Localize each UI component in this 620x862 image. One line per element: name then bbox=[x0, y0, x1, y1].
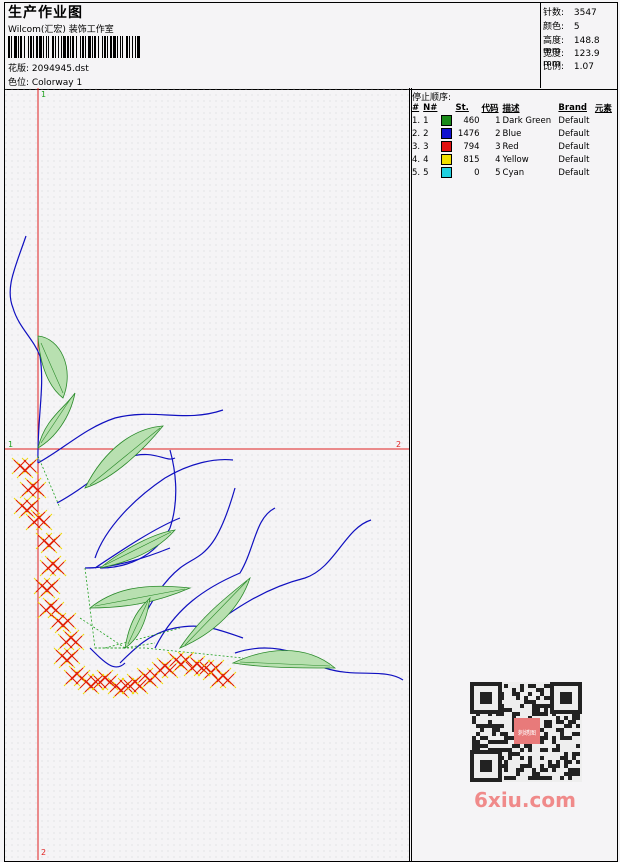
table-header: # N# St. 代码 描述 Brand 元素 bbox=[412, 103, 612, 114]
cell-n: 3 bbox=[423, 141, 429, 152]
watermark-logo: 6xiu.com bbox=[474, 788, 576, 812]
barcode bbox=[8, 36, 140, 58]
table-row: 5. 5 0 5 Cyan Default bbox=[411, 166, 615, 179]
color-swatch bbox=[441, 128, 453, 139]
stat-scale: 比例: 1.07 bbox=[543, 62, 594, 72]
company-name: Wilcom(汇宏) 装饰工作室 bbox=[8, 25, 114, 35]
table-row: 4. 4 815 4 Yellow Default bbox=[411, 153, 615, 166]
cell-desc: Dark Green bbox=[502, 115, 552, 126]
cell-st: 794 bbox=[463, 141, 480, 152]
page-title: 生产作业图 bbox=[8, 5, 83, 21]
color-swatch bbox=[441, 141, 453, 152]
cell-desc: Cyan bbox=[502, 167, 525, 178]
cell-swatch bbox=[440, 114, 454, 127]
cell-elem bbox=[594, 166, 615, 179]
stop-sequence-table: # N# St. 代码 描述 Brand 元素 1. 1 460 1 Dark Gree… bbox=[411, 102, 615, 179]
stat-colors: 颜色: 5 bbox=[543, 22, 580, 32]
cell-elem bbox=[594, 127, 615, 140]
cell-brand: Default bbox=[558, 167, 590, 178]
cell-brand: Default bbox=[558, 115, 590, 126]
axis-label-h-right: 2 bbox=[396, 440, 402, 449]
cell-idx: 4. bbox=[412, 154, 421, 165]
svg-text:刺绣图: 刺绣图 bbox=[518, 729, 536, 737]
design-file-label: 花版: 2094945.dst bbox=[8, 64, 89, 74]
cell-st: 1476 bbox=[457, 128, 480, 139]
cell-swatch bbox=[440, 153, 454, 166]
table-row: 1. 1 460 1 Dark Green Default bbox=[411, 114, 615, 127]
table-row: 3. 3 794 3 Red Default bbox=[411, 140, 615, 153]
embroidery-preview bbox=[5, 88, 409, 860]
cell-idx: 2. bbox=[412, 128, 421, 139]
color-swatch bbox=[441, 167, 453, 178]
cell-brand: Default bbox=[558, 154, 590, 165]
cell-brand: Default bbox=[558, 141, 590, 152]
cell-n: 4 bbox=[423, 154, 429, 165]
table-row: 2. 2 1476 2 Blue Default bbox=[411, 127, 615, 140]
cell-code: 5 bbox=[495, 167, 501, 178]
axis-label-v-bottom: 2 bbox=[41, 848, 47, 857]
cell-swatch bbox=[440, 127, 454, 140]
cell-st: 460 bbox=[463, 115, 480, 126]
cell-code: 1 bbox=[495, 115, 501, 126]
axis-label-v-top: 1 bbox=[41, 90, 47, 99]
cell-elem bbox=[594, 140, 615, 153]
color-swatch bbox=[441, 115, 453, 126]
cell-desc: Yellow bbox=[502, 154, 529, 165]
cell-st: 815 bbox=[463, 154, 480, 165]
colorway-label: 色位: Colorway 1 bbox=[8, 78, 83, 88]
cell-code: 4 bbox=[495, 154, 501, 165]
cell-idx: 1. bbox=[412, 115, 421, 126]
header-divider bbox=[540, 2, 541, 88]
cell-swatch bbox=[440, 140, 454, 153]
cell-n: 5 bbox=[423, 167, 429, 178]
stat-stitches: 针数: 3547 bbox=[543, 8, 597, 18]
axis-label-h-left: 1 bbox=[8, 440, 14, 449]
cell-st: 0 bbox=[474, 167, 480, 178]
color-swatch bbox=[441, 154, 453, 165]
cell-n: 1 bbox=[423, 115, 429, 126]
cell-idx: 5. bbox=[412, 167, 421, 178]
cell-code: 3 bbox=[495, 141, 501, 152]
cell-code: 2 bbox=[495, 128, 501, 139]
cell-n: 2 bbox=[423, 128, 429, 139]
cell-swatch bbox=[440, 166, 454, 179]
cell-desc: Red bbox=[502, 141, 519, 152]
cell-elem bbox=[594, 153, 615, 166]
cell-brand: Default bbox=[558, 128, 590, 139]
cell-elem bbox=[594, 114, 615, 127]
qr-code: 刺绣图 bbox=[470, 682, 582, 782]
cell-idx: 3. bbox=[412, 141, 421, 152]
cell-desc: Blue bbox=[502, 128, 522, 139]
